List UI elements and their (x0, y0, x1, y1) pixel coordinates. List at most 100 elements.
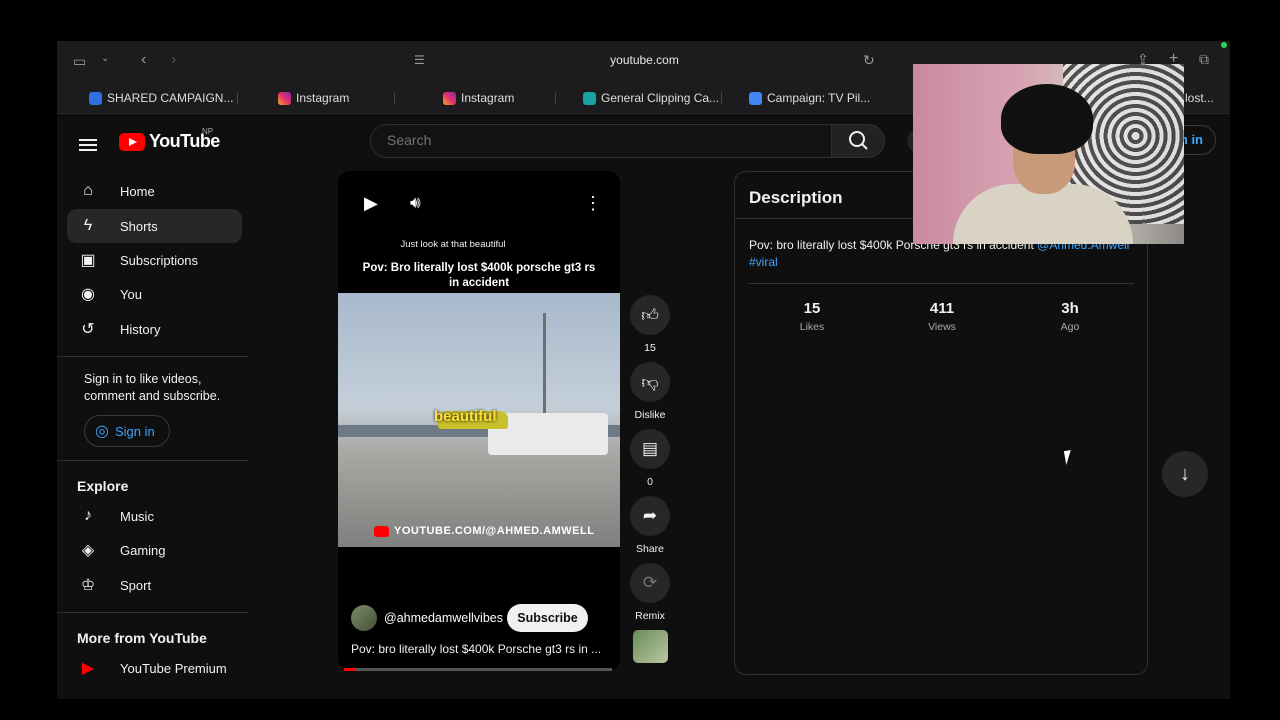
stat-label: Views (928, 321, 956, 333)
sound-thumbnail[interactable] (633, 630, 668, 663)
progress-fill (344, 668, 355, 671)
watermark-text: YOUTUBE.COM/@AHMED.AMWELL (394, 525, 595, 537)
remix-icon[interactable]: ⟳ (630, 563, 670, 603)
sign-in-label: Sign in (114, 423, 155, 439)
share-action[interactable]: ➦ Share (630, 496, 670, 555)
share-arrow-icon[interactable]: ➦ (630, 496, 670, 536)
sidebar-item-label: You (120, 286, 142, 302)
forward-icon[interactable]: › (171, 51, 176, 69)
stat-label: Likes (799, 321, 825, 333)
more-options-icon[interactable]: ⋮ (584, 193, 602, 214)
volume-icon[interactable]: 🔊︎ (410, 193, 421, 213)
tab-label: Campaign: TV Pil... (767, 91, 871, 105)
history-icon: ↺ (81, 321, 95, 338)
sidebar-item-shorts[interactable]: ϟ Shorts (67, 209, 242, 243)
tab-separator (721, 92, 722, 104)
youtube-play-icon (374, 525, 389, 537)
explore-heading: Explore (77, 478, 129, 494)
sidebar-item-label: Music (120, 508, 154, 524)
subscribe-button[interactable]: Subscribe (507, 604, 588, 632)
webcam-overlay (913, 64, 1184, 244)
sidebar-divider (57, 460, 248, 461)
like-action[interactable]: 👍︎ 15 (630, 295, 670, 354)
reader-icon[interactable]: ☰ (414, 53, 425, 67)
comment-icon[interactable]: ▤ (630, 429, 670, 469)
reload-icon[interactable]: ↻ (863, 52, 875, 69)
comment-count: 0 (647, 476, 653, 488)
account-icon: ◎ (95, 423, 109, 440)
address-bar[interactable]: youtube.com (557, 53, 732, 67)
tab-overview-icon[interactable]: ⧉ (1199, 51, 1209, 68)
play-icon[interactable]: ▶ (364, 193, 378, 214)
sidebar-item-history[interactable]: ↺ History (67, 312, 242, 346)
more-from-youtube-heading: More from YouTube (77, 630, 207, 646)
youtube-play-icon (119, 132, 145, 151)
stat-label: Ago (1060, 321, 1080, 333)
chevron-down-icon[interactable]: ⌄ (101, 53, 109, 64)
tab-separator (555, 92, 556, 104)
stat-value: 3h (1061, 300, 1079, 317)
remix-label: Remix (635, 610, 665, 622)
sign-in-prompt: Sign in to like videos, comment and subs… (84, 372, 221, 403)
search-box (370, 124, 832, 158)
back-icon[interactable]: ‹ (141, 51, 146, 69)
video-subtitle: beautiful (434, 408, 497, 425)
hashtag-link[interactable]: #viral (749, 255, 778, 269)
tab-label: General Clipping Ca... (601, 91, 720, 105)
tab-instagram-1[interactable]: Instagram (278, 90, 349, 106)
comments-action[interactable]: ▤ 0 (630, 429, 670, 488)
shorts-icon: ϟ (83, 217, 93, 234)
stat-value: 15 (803, 300, 821, 317)
music-icon: ♪ (84, 507, 92, 524)
search-button[interactable] (831, 124, 885, 158)
tab-shared-campaign[interactable]: SHARED CAMPAIGN... (89, 90, 233, 106)
channel-name[interactable]: @ahmedamwellvibes (384, 611, 503, 625)
sidebar-item-youtube-premium[interactable]: ▶ YouTube Premium (67, 651, 242, 685)
tab-label: Instagram (296, 91, 350, 105)
video-title-overlay: Pov: Bro literally lost $400k porsche gt… (362, 262, 596, 289)
like-icon[interactable]: 👍︎ (630, 295, 670, 335)
shorts-player[interactable]: ▶ 🔊︎ ⋮ Just look at that beautiful Pov: … (338, 171, 620, 671)
tab-label: Instagram (461, 91, 515, 105)
sidebar-sign-in-button[interactable]: ◎ Sign in (84, 415, 170, 447)
sidebar-item-music[interactable]: ♪ Music (67, 499, 242, 533)
panel-divider (749, 283, 1134, 284)
sidebar-item-subscriptions[interactable]: ▣ Subscriptions (67, 243, 242, 277)
sport-icon: ♔ (80, 577, 96, 594)
search-input[interactable] (385, 131, 809, 149)
sidebar-item-gaming[interactable]: ◈ Gaming (67, 533, 242, 567)
sidebar-item-you[interactable]: ◉ You (67, 277, 242, 311)
subscriptions-icon: ▣ (80, 252, 96, 269)
sidebar-item-label: Subscriptions (120, 252, 199, 268)
tab-partial[interactable]: lost... (1185, 90, 1214, 106)
sidebar-item-label: History (120, 321, 161, 337)
sidebar-item-sport[interactable]: ♔ Sport (67, 568, 242, 602)
next-short-button[interactable]: ↓ (1162, 451, 1208, 497)
mouse-cursor (1063, 448, 1080, 466)
dislike-action[interactable]: 👎︎ Dislike (630, 362, 670, 421)
menu-icon[interactable] (79, 136, 97, 154)
sidebar-toggle-icon[interactable]: ▭ (73, 53, 86, 70)
progress-bar[interactable] (344, 668, 612, 671)
avatar[interactable] (351, 605, 377, 631)
stat-likes: 15 Likes (762, 300, 862, 333)
sidebar-item-home[interactable]: ⌂ Home (67, 174, 242, 208)
stat-views: 411 Views (892, 300, 992, 333)
channel-row[interactable]: @ahmedamwellvibes (351, 605, 503, 631)
youtube-premium-icon: ▶ (81, 660, 95, 677)
tab-general-clipping[interactable]: General Clipping Ca... (583, 90, 719, 106)
you-icon: ◉ (81, 286, 95, 303)
video-watermark: YOUTUBE.COM/@AHMED.AMWELL (374, 525, 594, 537)
description-title: Description (749, 188, 843, 207)
tab-campaign-tv[interactable]: Campaign: TV Pil... (749, 90, 870, 106)
remix-action[interactable]: ⟳ Remix (630, 563, 670, 622)
sidebar-item-label: Home (120, 183, 155, 199)
dislike-icon[interactable]: 👎︎ (630, 362, 670, 402)
video-frame: beautiful YOUTUBE.COM/@AHMED.AMWELL (338, 293, 620, 547)
region-code: NP (202, 127, 214, 136)
doc-icon (89, 91, 102, 105)
search-icon (849, 131, 868, 150)
person-hair (1001, 84, 1093, 154)
tab-instagram-2[interactable]: Instagram (443, 90, 514, 106)
short-description[interactable]: Pov: bro literally lost $400k Porsche gt… (351, 642, 611, 656)
